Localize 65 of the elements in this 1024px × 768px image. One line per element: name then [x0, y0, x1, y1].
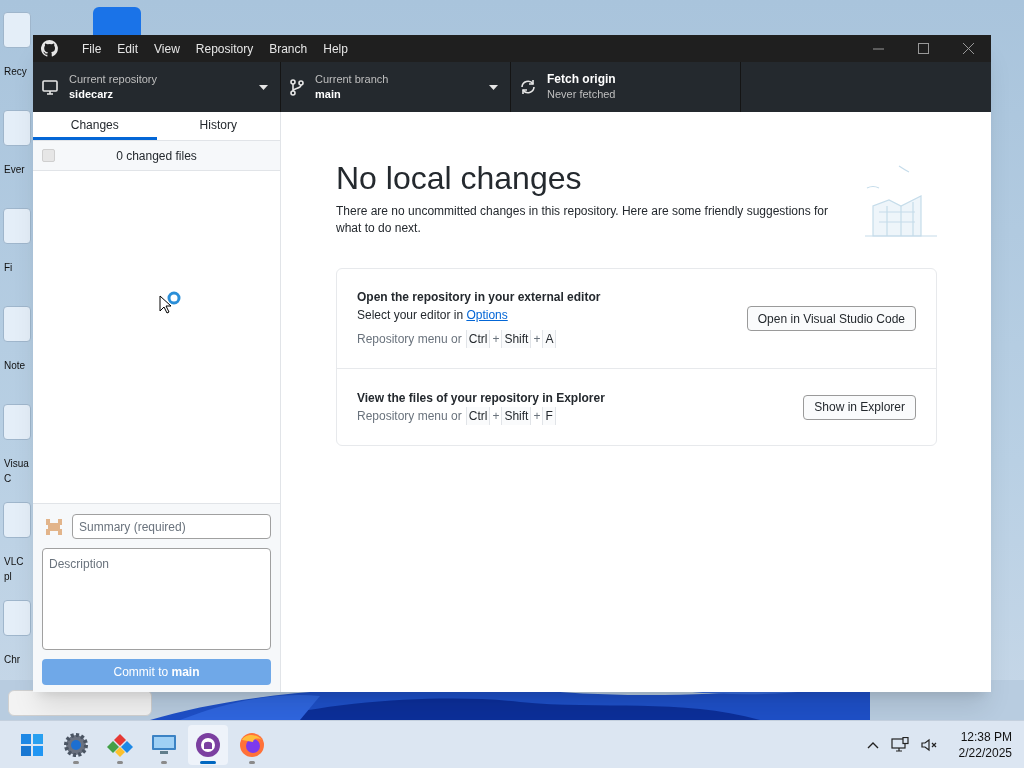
desktop-icon[interactable]: [3, 306, 31, 342]
keyboard-key: Shift: [501, 406, 532, 425]
desktop-icon[interactable]: [3, 600, 31, 636]
monitor-icon[interactable]: [151, 732, 177, 757]
gear-icon[interactable]: [63, 731, 89, 758]
toolbar-button[interactable]: Current branch main: [281, 62, 511, 112]
desktop-icon-label[interactable]: Visua C: [3, 456, 29, 486]
network-icon[interactable]: [890, 736, 909, 753]
keyboard-key: Shift: [501, 330, 532, 348]
keyboard-key: A: [542, 330, 557, 348]
plus-sign: +: [491, 331, 501, 348]
desktop-icon[interactable]: [3, 208, 31, 244]
tab[interactable]: History: [156, 112, 280, 140]
toolbar-button[interactable]: Current repository sidecarz: [33, 62, 281, 112]
browser-icon[interactable]: [239, 731, 265, 758]
clock-time[interactable]: 12:38 PM: [960, 728, 1012, 745]
menu-item[interactable]: Repository: [187, 35, 262, 62]
shapes-icon[interactable]: [107, 731, 133, 758]
shortcut-hint: Repository menu or: [357, 407, 462, 425]
menu-item[interactable]: Edit: [109, 35, 147, 62]
menu-item[interactable]: Branch: [261, 35, 316, 62]
desktop-icon-label[interactable]: Ever: [3, 162, 25, 177]
monitor-icon: [41, 78, 59, 96]
keyboard-key: Ctrl: [465, 330, 491, 348]
suggestion-title: Open the repository in your external editor: [357, 289, 602, 306]
caret-icon: [259, 84, 268, 90]
clock-date[interactable]: 2/22/2025: [958, 744, 1012, 761]
desktop-icon-label[interactable]: Recy: [3, 64, 27, 79]
maximize-icon[interactable]: [918, 43, 929, 54]
desktop-icon[interactable]: [3, 502, 31, 538]
shortcut-hint: Repository menu or: [357, 331, 462, 348]
chevron-up-icon[interactable]: [866, 740, 879, 749]
options-link[interactable]: Options: [466, 308, 508, 322]
desktop-icon-label[interactable]: VLC pl: [3, 554, 24, 584]
windows-start-icon[interactable]: [20, 732, 44, 757]
branch-icon: [289, 78, 305, 96]
desktop-icon-label[interactable]: Fi: [3, 260, 13, 275]
sync-icon: [519, 78, 537, 96]
plus-sign: +: [532, 331, 542, 348]
description-text: There are no uncommitted changes in this repository. Here are some friendly suggestions for what to do next.: [336, 203, 830, 237]
keyboard-key: Ctrl: [465, 406, 491, 425]
github-logo-icon: [41, 40, 58, 57]
desktop-icon[interactable]: [3, 404, 31, 440]
action-button[interactable]: Open in Visual Studio Code: [746, 306, 916, 331]
plus-sign: +: [532, 407, 542, 425]
github-desktop-icon[interactable]: [195, 731, 221, 758]
changed-files-count: 0 changed files: [115, 147, 198, 165]
keyboard-key: F: [542, 406, 556, 425]
menu-item[interactable]: View: [146, 35, 188, 62]
desktop-icon[interactable]: [3, 110, 31, 146]
taskbar-app[interactable]: [188, 724, 228, 765]
plus-sign: +: [491, 407, 501, 425]
toolbar-button[interactable]: Fetch origin Never fetched: [511, 62, 741, 112]
caret-icon: [489, 84, 498, 90]
suggestion-title: View the files of your repository in Explorer: [357, 389, 606, 407]
app-shortcut-icon[interactable]: [93, 7, 141, 37]
desktop-icon-label[interactable]: Chr: [3, 652, 21, 667]
close-icon[interactable]: [963, 43, 974, 54]
menu-item[interactable]: Help: [315, 35, 356, 62]
menu-item[interactable]: File: [74, 35, 110, 62]
action-button[interactable]: Show in Explorer: [803, 394, 916, 420]
editor-hint: Select your editor in Options: [357, 307, 509, 324]
muted-speaker-icon[interactable]: [920, 737, 939, 752]
page-title: No local changes: [336, 159, 583, 197]
desktop-icon-label[interactable]: Note: [3, 358, 26, 373]
